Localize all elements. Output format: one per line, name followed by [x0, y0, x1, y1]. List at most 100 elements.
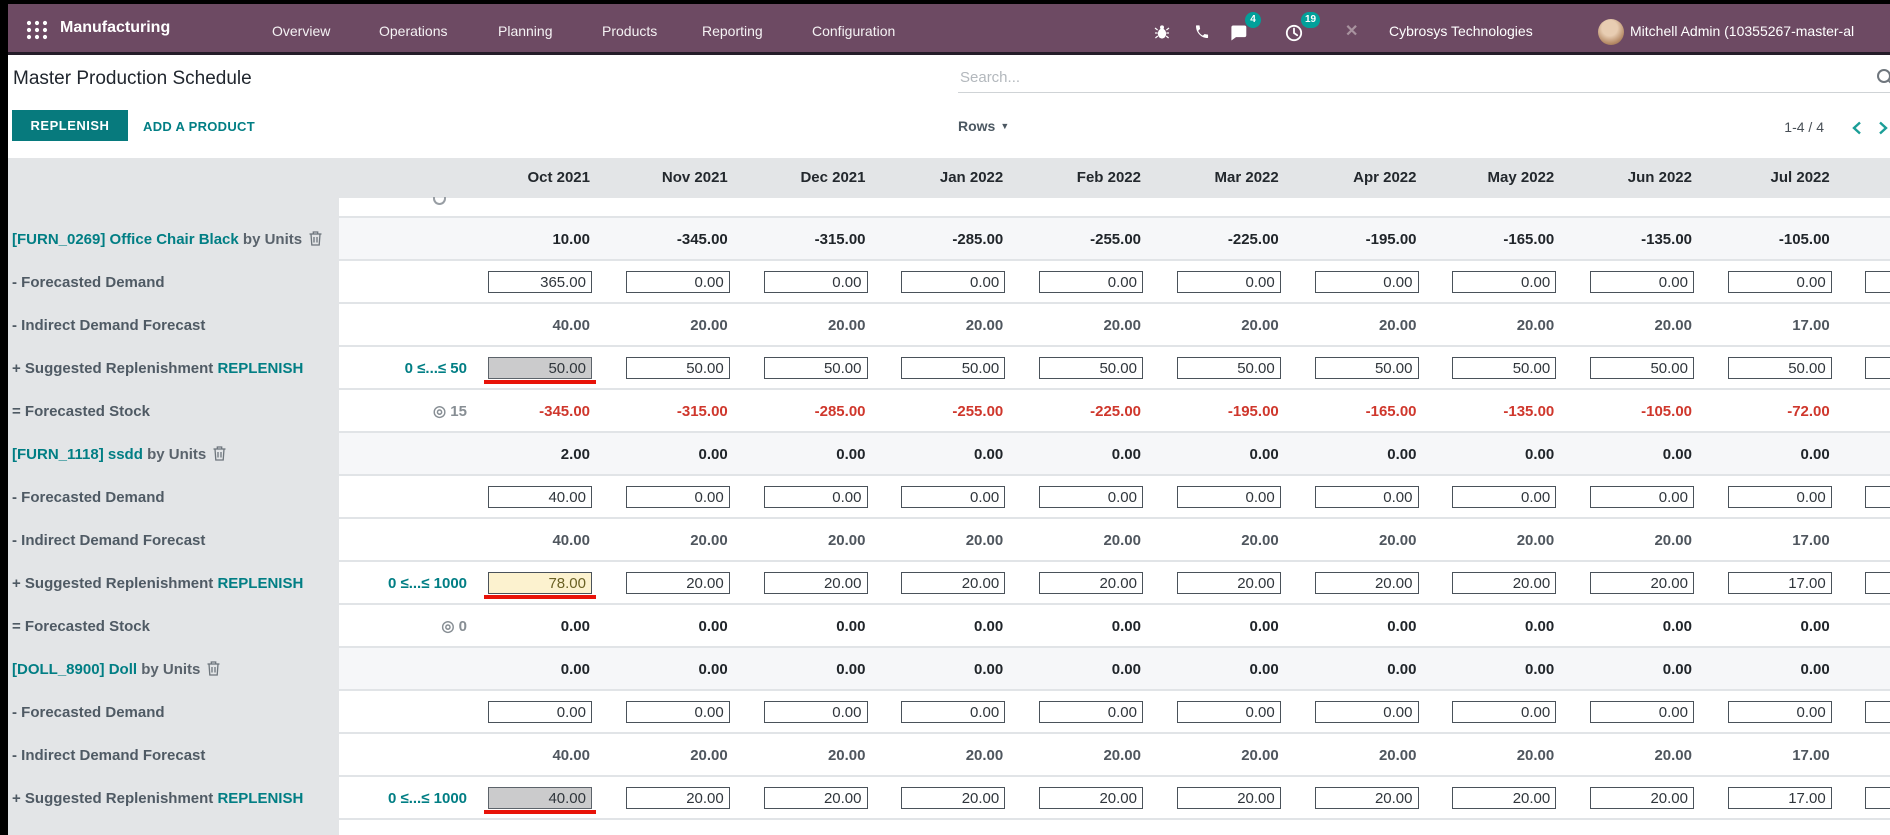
- cell-input[interactable]: [1590, 271, 1694, 293]
- cell-input[interactable]: [1315, 701, 1419, 723]
- cell-value: 20.00: [598, 304, 728, 347]
- cell-input[interactable]: [1452, 271, 1556, 293]
- cell-input[interactable]: [488, 357, 592, 379]
- messages-icon[interactable]: [1229, 24, 1247, 42]
- cell-input[interactable]: [901, 572, 1005, 594]
- cell-input[interactable]: [1315, 357, 1419, 379]
- menu-planning[interactable]: Planning: [498, 23, 553, 39]
- cell-input[interactable]: [1452, 572, 1556, 594]
- cell-input[interactable]: [1452, 787, 1556, 809]
- cell-input[interactable]: [488, 486, 592, 508]
- cell-input[interactable]: [1039, 787, 1143, 809]
- cell-input[interactable]: [1452, 357, 1556, 379]
- cell-input[interactable]: [1728, 357, 1832, 379]
- cell-input[interactable]: [1865, 357, 1890, 379]
- company-name[interactable]: Cybrosys Technologies: [1389, 23, 1533, 39]
- cell-input[interactable]: [1039, 572, 1143, 594]
- cell-input[interactable]: [1865, 572, 1890, 594]
- cell-input[interactable]: [901, 357, 1005, 379]
- column-header: Jan 2022: [873, 158, 1003, 198]
- cell-input[interactable]: [1177, 271, 1281, 293]
- search-input[interactable]: [958, 63, 1852, 91]
- cell-input[interactable]: [488, 787, 592, 809]
- cell-input[interactable]: [1590, 701, 1694, 723]
- cell-input[interactable]: [1590, 486, 1694, 508]
- cell-input[interactable]: [626, 572, 730, 594]
- menu-configuration[interactable]: Configuration: [812, 23, 895, 39]
- cell-input[interactable]: [1177, 572, 1281, 594]
- avatar[interactable]: [1598, 19, 1624, 45]
- cell-input[interactable]: [1315, 572, 1419, 594]
- menu-products[interactable]: Products: [602, 23, 657, 39]
- product-link[interactable]: [FURN_0269] Office Chair Black: [12, 231, 239, 248]
- apps-grid-icon[interactable]: [26, 20, 50, 40]
- cell-input[interactable]: [1177, 787, 1281, 809]
- cell-input[interactable]: [1728, 572, 1832, 594]
- cell-input[interactable]: [764, 787, 868, 809]
- dismiss-icon[interactable]: ✕: [1345, 21, 1358, 41]
- cell-input[interactable]: [626, 787, 730, 809]
- cell-input[interactable]: [488, 572, 592, 594]
- cell-input[interactable]: [1315, 271, 1419, 293]
- cell-input[interactable]: [901, 701, 1005, 723]
- cell-input[interactable]: [1728, 486, 1832, 508]
- cell-input[interactable]: [626, 486, 730, 508]
- cell-input[interactable]: [1728, 787, 1832, 809]
- product-link[interactable]: [DOLL_8900] Doll: [12, 661, 137, 678]
- cell-input[interactable]: [1039, 486, 1143, 508]
- add-product-button[interactable]: ADD A PRODUCT: [143, 119, 255, 134]
- cell-input[interactable]: [901, 271, 1005, 293]
- cell-input[interactable]: [488, 271, 592, 293]
- cell-input[interactable]: [1728, 271, 1832, 293]
- pager-previous-icon[interactable]: [1850, 120, 1866, 136]
- replenish-button[interactable]: REPLENISH: [12, 110, 128, 141]
- menu-operations[interactable]: Operations: [379, 23, 447, 39]
- search-icon[interactable]: [1876, 68, 1890, 88]
- cell-input[interactable]: [1177, 486, 1281, 508]
- cell-input[interactable]: [1865, 787, 1890, 809]
- user-menu[interactable]: Mitchell Admin (10355267-master-al: [1630, 23, 1890, 39]
- replenish-range[interactable]: 0 ≤...≤ 1000: [257, 777, 467, 820]
- cell-input[interactable]: [764, 701, 868, 723]
- pager-next-icon[interactable]: [1874, 120, 1890, 136]
- cell-input[interactable]: [1865, 486, 1890, 508]
- cell-input[interactable]: [1177, 701, 1281, 723]
- cell-input[interactable]: [764, 486, 868, 508]
- replenish-range[interactable]: 0 ≤...≤ 1000: [257, 562, 467, 605]
- menu-reporting[interactable]: Reporting: [702, 23, 763, 39]
- cell-input[interactable]: [626, 701, 730, 723]
- cell-input[interactable]: [1865, 701, 1890, 723]
- menu-overview[interactable]: Overview: [272, 23, 330, 39]
- cell-input[interactable]: [901, 486, 1005, 508]
- replenish-range[interactable]: 0 ≤...≤ 50: [257, 347, 467, 390]
- trash-icon[interactable]: [207, 661, 220, 676]
- cell-input[interactable]: [1590, 787, 1694, 809]
- activities-icon[interactable]: [1285, 24, 1303, 42]
- cell-input[interactable]: [488, 701, 592, 723]
- cell-input[interactable]: [1039, 357, 1143, 379]
- cell-input[interactable]: [1039, 271, 1143, 293]
- cell-input[interactable]: [626, 271, 730, 293]
- cell-input[interactable]: [1315, 486, 1419, 508]
- trash-icon[interactable]: [213, 446, 226, 461]
- product-link[interactable]: [FURN_1118] ssdd: [12, 446, 143, 463]
- rows-dropdown[interactable]: Rows▼: [958, 118, 1009, 134]
- cell-input[interactable]: [1452, 701, 1556, 723]
- cell-input[interactable]: [764, 572, 868, 594]
- cell-input[interactable]: [1728, 701, 1832, 723]
- cell-input[interactable]: [1590, 357, 1694, 379]
- cell-input[interactable]: [1039, 701, 1143, 723]
- cell-input[interactable]: [1452, 486, 1556, 508]
- cell-input[interactable]: [901, 787, 1005, 809]
- phone-icon[interactable]: [1194, 24, 1210, 40]
- trash-icon[interactable]: [309, 231, 322, 246]
- cell-input[interactable]: [626, 357, 730, 379]
- cell-input[interactable]: [1865, 271, 1890, 293]
- cell-input[interactable]: [1177, 357, 1281, 379]
- cell-input[interactable]: [764, 357, 868, 379]
- app-name[interactable]: Manufacturing: [60, 19, 170, 37]
- cell-input[interactable]: [1590, 572, 1694, 594]
- cell-input[interactable]: [1315, 787, 1419, 809]
- cell-input[interactable]: [764, 271, 868, 293]
- bug-icon[interactable]: [1154, 24, 1170, 40]
